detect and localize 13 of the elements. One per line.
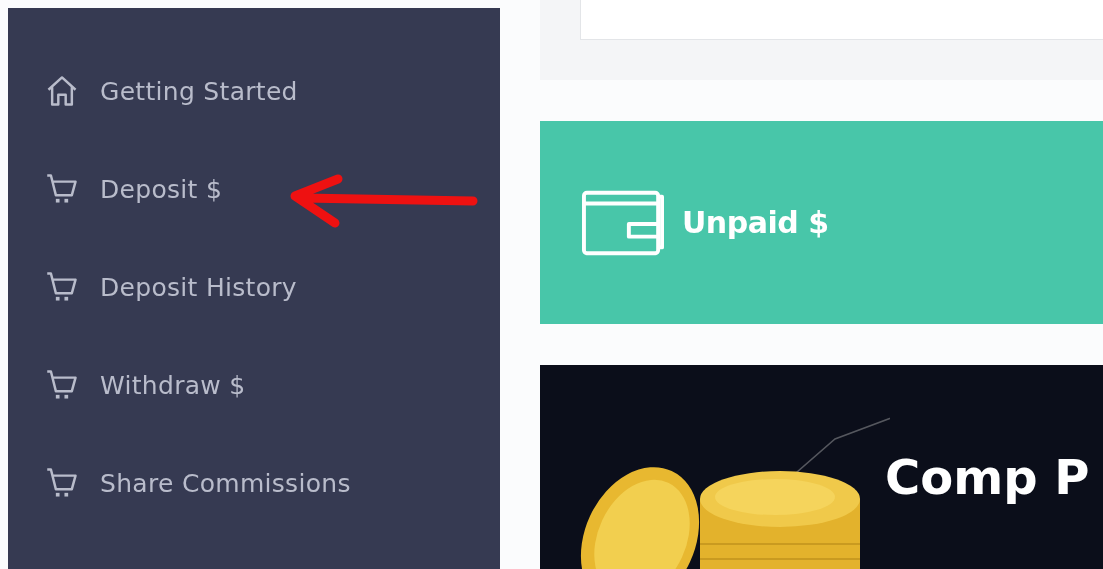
banner-title: Comp P [885,449,1090,505]
wallet-icon [582,189,664,256]
sidebar-item[interactable]: Deposit $ [8,140,233,238]
cart-icon [46,369,78,401]
home-icon [46,75,78,107]
sidebar-item[interactable]: Withdraw $ [8,336,256,434]
unpaid-label: Unpaid $ [682,205,829,240]
cart-icon [46,173,78,205]
cart-icon [46,467,78,499]
cart-icon [46,271,78,303]
sidebar-item[interactable]: Getting Started [8,42,308,140]
sidebar-item[interactable]: Deposit History [8,238,307,336]
sidebar-item[interactable]: Share Commissions [8,434,361,532]
